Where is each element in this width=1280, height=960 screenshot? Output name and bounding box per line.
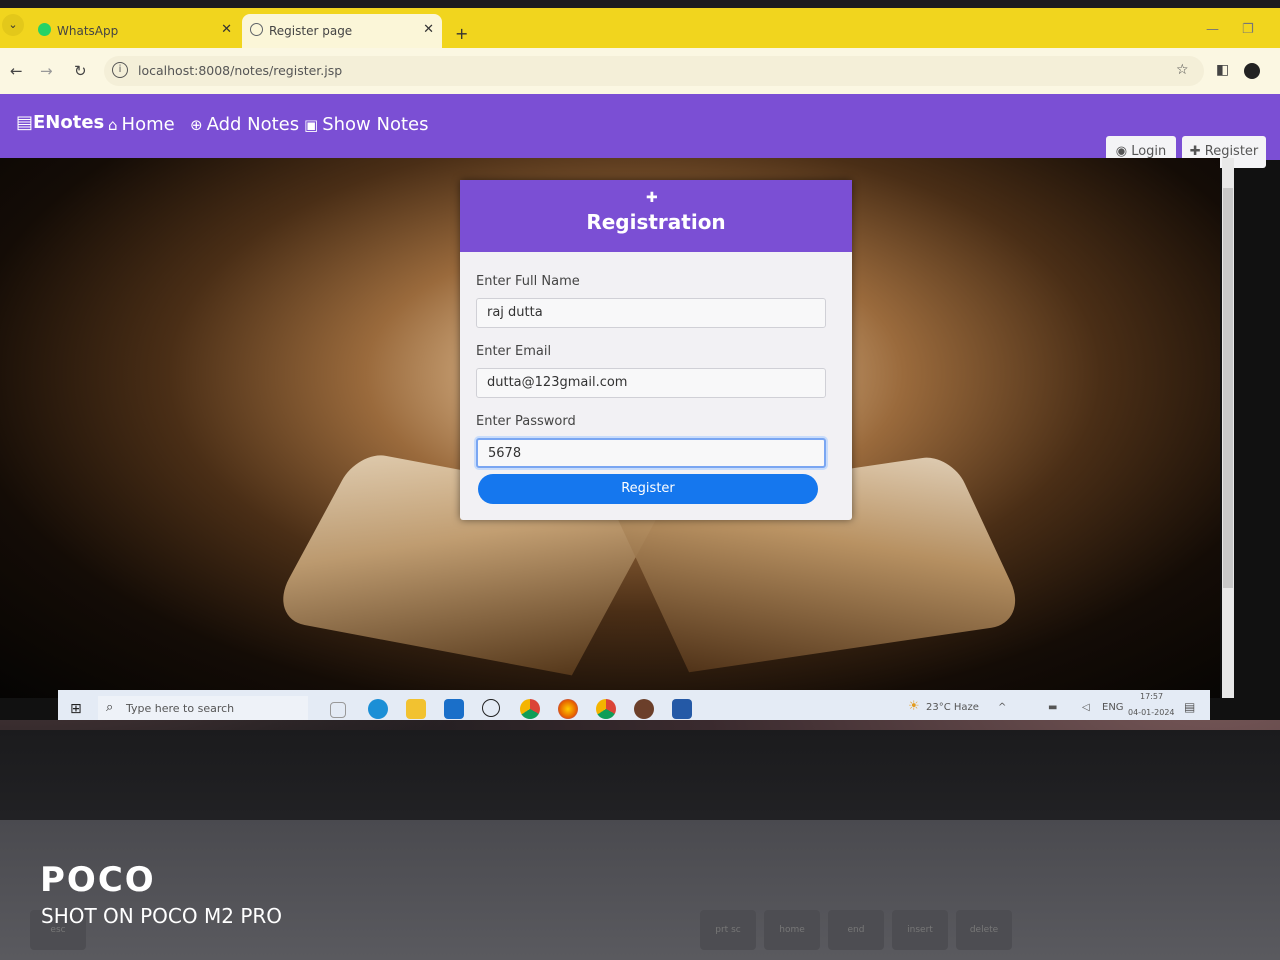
- full-name-label: Enter Full Name: [476, 274, 580, 289]
- notification-icon[interactable]: ▤: [1184, 700, 1195, 714]
- key-end: end: [828, 910, 884, 950]
- minimize-icon[interactable]: —: [1206, 22, 1219, 37]
- user-plus-icon: ✚: [1189, 144, 1205, 159]
- clock-date[interactable]: 04-01-2024: [1128, 708, 1175, 717]
- address-book-icon: ▣: [304, 116, 319, 134]
- nav-add-notes[interactable]: ⊕ Add Notes: [190, 114, 299, 135]
- tab-register-page[interactable]: Register page ✕: [242, 14, 442, 48]
- browser-tab-bar: ⌄ WhatsApp ✕ Register page ✕ + — ❐: [0, 8, 1280, 48]
- card-title: Registration: [586, 210, 726, 234]
- chrome-profile-icon[interactable]: [596, 699, 616, 719]
- volume-icon[interactable]: ◁: [1082, 702, 1090, 713]
- clock-time[interactable]: 17:57: [1140, 692, 1163, 701]
- task-view-icon[interactable]: [330, 702, 346, 718]
- camera-watermark-subtitle: SHOT ON POCO M2 PRO: [41, 904, 283, 928]
- tab-search-icon[interactable]: ⌄: [2, 14, 24, 36]
- user-circle-icon: ◉: [1115, 144, 1132, 159]
- edge-icon[interactable]: [368, 699, 388, 719]
- home-icon: ⌂: [108, 116, 118, 134]
- url-text: localhost:8008/notes/register.jsp: [138, 63, 343, 78]
- taskbar-search-input[interactable]: ⌕ Type here to search: [98, 696, 308, 720]
- key-home: home: [764, 910, 820, 950]
- keyboard-deck: [0, 820, 1280, 960]
- chrome-icon[interactable]: [520, 699, 540, 719]
- forward-icon[interactable]: →: [40, 62, 53, 80]
- globe-icon: [250, 23, 263, 36]
- new-tab-icon[interactable]: +: [455, 24, 468, 43]
- email-label: Enter Email: [476, 344, 552, 359]
- profile-icon[interactable]: [1244, 63, 1260, 79]
- close-tab-icon[interactable]: ✕: [423, 22, 434, 37]
- nav-show-notes[interactable]: ▣ Show Notes: [304, 114, 428, 135]
- key-print-screen: prt sc: [700, 910, 756, 950]
- camera-watermark-brand: POCO: [40, 860, 156, 900]
- battery-icon[interactable]: ▬: [1048, 702, 1057, 713]
- app-icon[interactable]: [634, 699, 654, 719]
- email-input[interactable]: dutta@123gmail.com: [476, 368, 826, 398]
- card-header: ✚ Registration: [460, 180, 852, 252]
- close-tab-icon[interactable]: ✕: [221, 22, 232, 37]
- search-icon: ⌕: [106, 700, 114, 715]
- tab-whatsapp[interactable]: WhatsApp ✕: [30, 14, 240, 48]
- tab-title: Register page: [269, 24, 353, 38]
- tab-title: WhatsApp: [57, 24, 119, 38]
- restore-icon[interactable]: ❐: [1242, 22, 1254, 37]
- firefox-icon[interactable]: [558, 699, 578, 719]
- user-plus-icon: ✚: [646, 190, 658, 206]
- reload-icon[interactable]: ↻: [74, 62, 87, 80]
- file-explorer-icon[interactable]: [406, 699, 426, 719]
- nav-home[interactable]: ⌂ Home: [108, 114, 175, 135]
- address-bar-row: ← → ↻ i localhost:8008/notes/register.js…: [0, 48, 1280, 94]
- ide-icon[interactable]: [672, 699, 692, 719]
- taskbar-search-placeholder: Type here to search: [126, 702, 235, 715]
- plus-circle-icon: ⊕: [190, 116, 203, 134]
- weather-text[interactable]: 23°C Haze: [926, 702, 979, 713]
- weather-icon[interactable]: ☀: [908, 699, 920, 714]
- password-input[interactable]: 5678: [476, 438, 826, 468]
- language-indicator[interactable]: ENG: [1102, 702, 1124, 713]
- brand-logo[interactable]: ▤ENotes: [16, 112, 104, 133]
- full-name-input[interactable]: raj dutta: [476, 298, 826, 328]
- key-delete: delete: [956, 910, 1012, 950]
- scrollbar-thumb[interactable]: [1223, 188, 1233, 588]
- star-icon[interactable]: ☆: [1176, 62, 1189, 78]
- password-label: Enter Password: [476, 414, 576, 429]
- register-submit-button[interactable]: Register: [478, 474, 818, 504]
- mail-icon[interactable]: [444, 699, 464, 719]
- dell-icon[interactable]: [482, 699, 500, 717]
- notebook-icon: ▤: [16, 112, 34, 133]
- back-icon[interactable]: ←: [10, 62, 23, 80]
- site-info-icon[interactable]: i: [112, 62, 128, 78]
- laptop-screen: ⌄ WhatsApp ✕ Register page ✕ + — ❐ ← → ↻…: [0, 8, 1280, 720]
- tray-chevron-icon[interactable]: ^: [998, 702, 1006, 713]
- url-input[interactable]: i localhost:8008/notes/register.jsp: [104, 56, 1204, 86]
- whatsapp-icon: [38, 23, 51, 36]
- side-panel-icon[interactable]: ◧: [1216, 62, 1229, 78]
- windows-taskbar: ⊞ ⌕ Type here to search ☀ 23°C Haze ^ ▬ …: [58, 690, 1210, 720]
- app-navbar: ▤ENotes ⌂ Home ⊕ Add Notes ▣ Show Notes ◉ L…: [0, 94, 1280, 168]
- key-insert: insert: [892, 910, 948, 950]
- windows-start-icon[interactable]: ⊞: [70, 701, 82, 717]
- registration-card: ✚ Registration Enter Full Name raj dutta…: [460, 180, 852, 520]
